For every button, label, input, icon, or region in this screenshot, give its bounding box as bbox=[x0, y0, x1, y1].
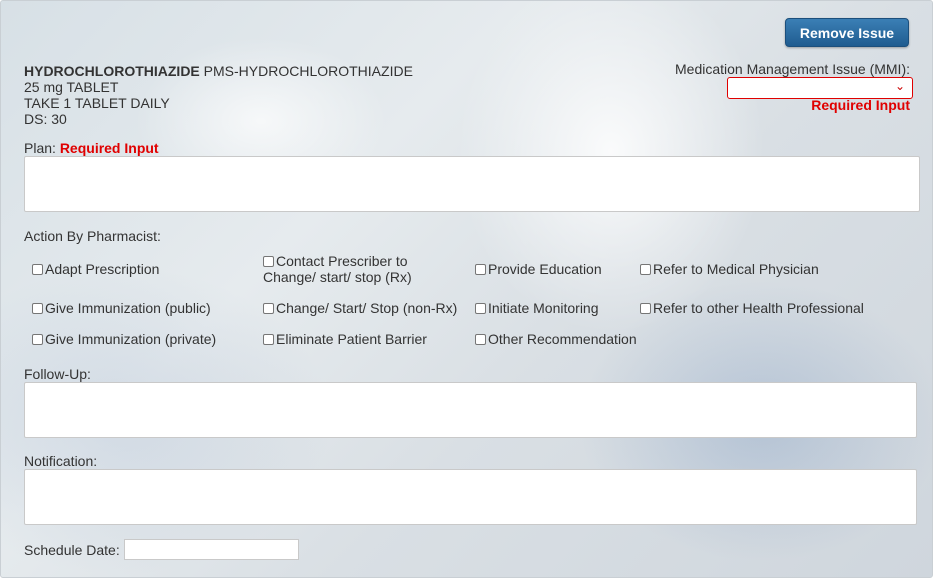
plan-label-row: Plan: Required Input bbox=[24, 140, 159, 156]
plan-label: Plan: bbox=[24, 140, 56, 156]
checkbox[interactable] bbox=[32, 303, 43, 314]
action-refer-medical-physician[interactable]: Refer to Medical Physician bbox=[640, 261, 819, 277]
checkbox[interactable] bbox=[475, 264, 486, 275]
mmi-required-text: Required Input bbox=[811, 97, 910, 113]
drug-directions: TAKE 1 TABLET DAILY bbox=[24, 95, 170, 111]
followup-textarea[interactable] bbox=[24, 382, 917, 438]
plan-textarea[interactable] bbox=[24, 156, 920, 212]
action-label: Action By Pharmacist: bbox=[24, 228, 161, 244]
drug-name-line: HYDROCHLOROTHIAZIDE PMS-HYDROCHLOROTHIAZ… bbox=[24, 63, 413, 79]
checkbox[interactable] bbox=[263, 256, 274, 267]
mmi-select[interactable] bbox=[727, 77, 913, 99]
action-initiate-monitoring[interactable]: Initiate Monitoring bbox=[475, 300, 599, 316]
issue-panel: Remove Issue HYDROCHLOROTHIAZIDE PMS-HYD… bbox=[0, 0, 933, 578]
checkbox[interactable] bbox=[32, 264, 43, 275]
checkbox[interactable] bbox=[263, 334, 274, 345]
action-adapt-prescription[interactable]: Adapt Prescription bbox=[32, 261, 159, 277]
remove-issue-button[interactable]: Remove Issue bbox=[785, 18, 909, 47]
action-provide-education[interactable]: Provide Education bbox=[475, 261, 602, 277]
drug-brand-name: PMS-HYDROCHLOROTHIAZIDE bbox=[203, 63, 413, 79]
schedule-date-input[interactable] bbox=[124, 539, 299, 560]
checkbox[interactable] bbox=[475, 303, 486, 314]
action-eliminate-patient-barrier[interactable]: Eliminate Patient Barrier bbox=[263, 331, 427, 347]
action-change-start-stop-nonrx[interactable]: Change/ Start/ Stop (non-Rx) bbox=[263, 300, 457, 316]
action-contact-prescriber[interactable]: Contact Prescriber to Change/ start/ sto… bbox=[263, 253, 412, 285]
checkbox[interactable] bbox=[263, 303, 274, 314]
mmi-label: Medication Management Issue (MMI): bbox=[675, 61, 910, 77]
action-give-immunization-public[interactable]: Give Immunization (public) bbox=[32, 300, 211, 316]
checkbox[interactable] bbox=[32, 334, 43, 345]
plan-required-text: Required Input bbox=[59, 140, 159, 156]
checkbox[interactable] bbox=[640, 303, 651, 314]
checkbox[interactable] bbox=[640, 264, 651, 275]
followup-label: Follow-Up: bbox=[24, 366, 91, 382]
checkbox[interactable] bbox=[475, 334, 486, 345]
action-refer-other-health-professional[interactable]: Refer to other Health Professional bbox=[640, 300, 864, 316]
schedule-date-label: Schedule Date: bbox=[24, 542, 120, 558]
action-other-recommendation[interactable]: Other Recommendation bbox=[475, 331, 637, 347]
drug-strength: 25 mg TABLET bbox=[24, 79, 119, 95]
notification-textarea[interactable] bbox=[24, 469, 917, 525]
notification-label: Notification: bbox=[24, 453, 98, 469]
drug-days-supply: DS: 30 bbox=[24, 111, 67, 127]
chevron-down-icon[interactable]: ⌄ bbox=[895, 79, 905, 93]
action-give-immunization-private[interactable]: Give Immunization (private) bbox=[32, 331, 216, 347]
drug-generic-name: HYDROCHLOROTHIAZIDE bbox=[24, 63, 200, 79]
